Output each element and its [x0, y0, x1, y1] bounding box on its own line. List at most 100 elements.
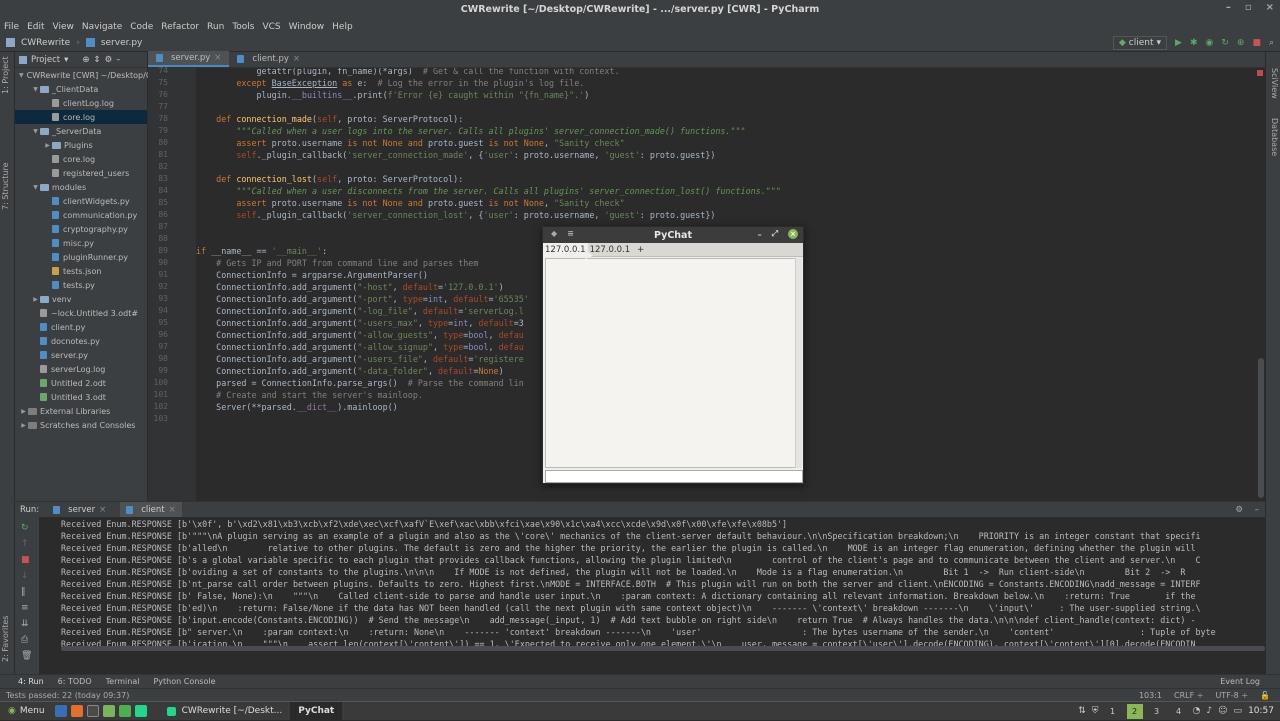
firefox-icon[interactable]	[70, 705, 83, 717]
tree-item[interactable]: clientLog.log	[15, 96, 147, 110]
close-tab-icon[interactable]: ×	[99, 505, 106, 515]
print-icon[interactable]: ⎙	[21, 635, 31, 645]
tree-item[interactable]: tests.py	[15, 278, 147, 292]
tree-item[interactable]: ▶ Scratches and Consoles	[15, 418, 147, 432]
gear-icon[interactable]: ⚙	[105, 55, 113, 65]
close-icon[interactable]: ×	[1266, 2, 1274, 13]
menu-edit[interactable]: Edit	[27, 22, 44, 32]
workspace-4[interactable]: 4	[1171, 704, 1187, 719]
chevron-down-icon[interactable]: ▼	[31, 184, 40, 191]
scroll-to-end-icon[interactable]: ⇊	[21, 619, 31, 629]
minimize-icon[interactable]: –	[758, 230, 762, 239]
python-console-tool-tab[interactable]: Python Console	[153, 677, 215, 686]
browser-icon[interactable]	[54, 705, 67, 717]
menu-icon[interactable]: ≡	[567, 229, 574, 238]
tree-item[interactable]: client.py	[15, 320, 147, 334]
tree-item[interactable]: ▼ _ServerData	[15, 124, 147, 138]
menu-window[interactable]: Window	[289, 22, 325, 32]
tree-item[interactable]: misc.py	[15, 236, 147, 250]
pin-icon[interactable]: ◆	[551, 229, 557, 238]
down-icon[interactable]: ↓	[21, 571, 31, 581]
chevron-right-icon[interactable]: ▶	[31, 296, 40, 303]
chevron-right-icon[interactable]: ▶	[19, 422, 28, 429]
up-icon[interactable]: ↑	[21, 539, 31, 549]
run-tool-tab[interactable]: 4: Run	[18, 677, 44, 686]
maximize-icon[interactable]: ⤢	[772, 229, 778, 239]
stop-icon[interactable]: ■	[1252, 38, 1261, 48]
menu-code[interactable]: Code	[130, 22, 153, 32]
chevron-right-icon[interactable]: ▶	[19, 408, 28, 415]
tree-item[interactable]: ~lock.Untitled 3.odt#	[15, 306, 147, 320]
battery-icon[interactable]: ▭	[1234, 706, 1243, 716]
rerun-icon[interactable]: ↻	[21, 523, 31, 533]
favorites-tool-button[interactable]: 2: Favorites	[1, 616, 10, 662]
stop-icon[interactable]: ■	[21, 555, 31, 565]
tree-item[interactable]: server.py	[15, 348, 147, 362]
workspace-3[interactable]: 3	[1149, 704, 1165, 719]
add-tab-button[interactable]: +	[632, 243, 649, 257]
start-menu-button[interactable]: ◉ Menu	[0, 702, 53, 721]
breadcrumb-file[interactable]: server.py	[101, 38, 143, 48]
soft-wrap-icon[interactable]: ≡	[21, 603, 31, 613]
tree-item[interactable]: cryptography.py	[15, 222, 147, 236]
tree-item[interactable]: docnotes.py	[15, 334, 147, 348]
network-icon[interactable]: ⇅	[1078, 706, 1086, 716]
tree-item[interactable]: Untitled 3.odt	[15, 390, 147, 404]
wifi-icon[interactable]: ◔	[1193, 706, 1201, 716]
tree-item[interactable]: clientWidgets.py	[15, 194, 147, 208]
shield-icon[interactable]: ⛨	[1092, 706, 1099, 716]
tree-item[interactable]: ▼ CWRewrite [CWR] ~/Desktop/CWRewrite	[15, 68, 190, 82]
close-tab-icon[interactable]: ×	[214, 53, 221, 63]
chevron-down-icon[interactable]: ▼	[31, 86, 40, 93]
concurrency-icon[interactable]: ⊕	[1237, 38, 1245, 48]
tree-item[interactable]: registered_users	[15, 166, 147, 180]
menu-tools[interactable]: Tools	[232, 22, 254, 32]
run-configuration-select[interactable]: ◆ client ▾	[1112, 36, 1168, 50]
tree-item[interactable]: core.log	[15, 110, 147, 124]
tree-item[interactable]: pluginRunner.py	[15, 250, 147, 264]
chevron-down-icon[interactable]: ▼	[31, 128, 40, 135]
collapse-icon[interactable]: ⇕	[94, 55, 101, 65]
scrollbar-thumb[interactable]	[1258, 358, 1264, 498]
app-icon[interactable]	[118, 705, 131, 717]
chevron-right-icon[interactable]: ▶	[43, 142, 52, 149]
pychat-scrollbar[interactable]	[795, 258, 802, 468]
tree-item[interactable]: communication.py	[15, 208, 147, 222]
tab-server-py[interactable]: server.py ×	[148, 51, 230, 67]
menu-run[interactable]: Run	[207, 22, 224, 32]
editor-scrollbar[interactable]	[1257, 68, 1265, 501]
chevron-down-icon[interactable]: ▼	[19, 72, 24, 79]
taskbar-window-pychat[interactable]: PyChat	[290, 701, 343, 721]
tree-item[interactable]: ▼ _ClientData	[15, 82, 147, 96]
workspace-1[interactable]: 1	[1105, 704, 1121, 719]
menu-navigate[interactable]: Navigate	[82, 22, 122, 32]
lock-icon[interactable]: 🔓	[1260, 691, 1270, 700]
tree-item[interactable]: ▶ Plugins	[15, 138, 147, 152]
scrollbar-thumb[interactable]	[61, 646, 1265, 651]
error-indicator-icon[interactable]	[1257, 70, 1263, 76]
database-tool-button[interactable]: Database	[1270, 118, 1279, 156]
tree-item[interactable]: ▼ modules	[15, 180, 147, 194]
pause-icon[interactable]: ‖	[21, 587, 31, 597]
terminal-icon[interactable]	[86, 705, 99, 717]
pychat-tab-2[interactable]: 127.0.0.1	[588, 243, 633, 257]
gear-icon[interactable]: ⚙	[1235, 505, 1243, 515]
tree-item[interactable]: ▶ External Libraries	[15, 404, 147, 418]
run-tab-server[interactable]: server ×	[47, 502, 112, 517]
tree-item[interactable]: core.log	[15, 152, 147, 166]
pychat-message-input[interactable]	[545, 470, 803, 483]
user-icon[interactable]: ☺	[1218, 706, 1227, 716]
breadcrumb-project[interactable]: CWRewrite	[21, 38, 70, 48]
tree-item[interactable]: serverLog.log	[15, 362, 147, 376]
tree-item[interactable]: ▶ venv	[15, 292, 147, 306]
todo-tool-tab[interactable]: 6: TODO	[58, 677, 92, 686]
debug-icon[interactable]: ✱	[1190, 38, 1198, 48]
tree-item[interactable]: tests.json	[15, 264, 147, 278]
output-hscrollbar[interactable]	[61, 646, 1265, 652]
minimize-icon[interactable]: –	[1226, 2, 1231, 13]
project-panel-title[interactable]: Project	[31, 55, 60, 65]
menu-help[interactable]: Help	[332, 22, 353, 32]
pycharm-icon[interactable]	[134, 705, 147, 717]
tab-client-py[interactable]: client.py ×	[229, 51, 308, 67]
close-icon[interactable]: ×	[788, 229, 798, 239]
